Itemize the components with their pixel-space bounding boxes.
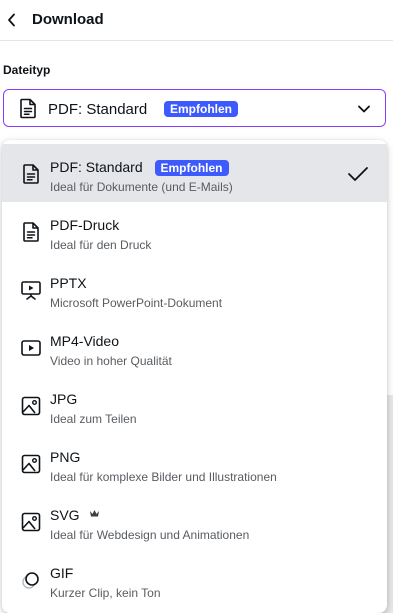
gif-icon xyxy=(22,572,39,589)
document-icon xyxy=(20,98,36,119)
option-title: JPG xyxy=(50,391,78,407)
option-pdf-standard[interactable]: PDF: Standard Empfohlen Ideal für Dokume… xyxy=(2,144,387,202)
option-png[interactable]: PNG Ideal für komplexe Bilder und Illust… xyxy=(2,434,387,492)
recommended-badge: Empfohlen xyxy=(164,101,238,117)
filetype-label: Dateityp xyxy=(3,63,51,77)
option-svg[interactable]: SVG Ideal für Webdesign und Animationen xyxy=(2,492,387,550)
option-title: GIF xyxy=(50,565,74,581)
option-description: Video in hoher Qualität xyxy=(50,354,172,368)
image-icon xyxy=(21,454,41,474)
option-title: SVG xyxy=(50,507,80,523)
option-title: PNG xyxy=(50,449,81,465)
presentation-icon xyxy=(21,281,41,300)
download-header: Download xyxy=(0,0,393,41)
chevron-down-icon xyxy=(358,105,370,113)
option-title: MP4-Video xyxy=(50,333,120,349)
chevron-left-icon xyxy=(8,13,15,27)
option-mp4-video[interactable]: MP4-Video Video in hoher Qualität xyxy=(2,318,387,376)
page-title: Download xyxy=(32,11,104,28)
filetype-dropdown-menu: PDF: Standard Empfohlen Ideal für Dokume… xyxy=(2,140,387,613)
document-icon xyxy=(23,222,39,242)
selected-filetype: PDF: Standard xyxy=(48,101,148,118)
option-description: Ideal für komplexe Bilder und Illustrati… xyxy=(50,470,277,484)
option-jpg[interactable]: JPG Ideal zum Teilen xyxy=(2,376,387,434)
option-description: Ideal zum Teilen xyxy=(50,412,137,426)
option-description: Ideal für Dokumente (und E-Mails) xyxy=(50,180,233,194)
image-icon xyxy=(21,512,41,532)
option-pdf-print[interactable]: PDF-Druck Ideal für den Druck xyxy=(2,202,387,260)
option-description: Kurzer Clip, kein Ton xyxy=(50,586,161,600)
document-icon xyxy=(23,164,39,184)
option-gif[interactable]: GIF Kurzer Clip, kein Ton xyxy=(2,550,387,608)
option-title: PPTX xyxy=(50,275,87,291)
checkmark-icon xyxy=(348,167,368,181)
crown-icon xyxy=(90,510,100,517)
option-description: Ideal für Webdesign und Animationen xyxy=(50,528,250,542)
option-description: Microsoft PowerPoint-Dokument xyxy=(50,296,223,310)
image-icon xyxy=(21,396,41,416)
filetype-select[interactable]: PDF: Standard Empfohlen xyxy=(3,89,386,127)
option-title: PDF-Druck xyxy=(50,217,120,233)
option-description: Ideal für den Druck xyxy=(50,238,152,252)
option-pptx[interactable]: PPTX Microsoft PowerPoint-Dokument xyxy=(2,260,387,318)
recommended-badge: Empfohlen xyxy=(154,160,229,177)
back-button[interactable] xyxy=(3,9,21,31)
option-title: PDF: Standard xyxy=(50,159,143,175)
video-icon xyxy=(21,340,41,356)
